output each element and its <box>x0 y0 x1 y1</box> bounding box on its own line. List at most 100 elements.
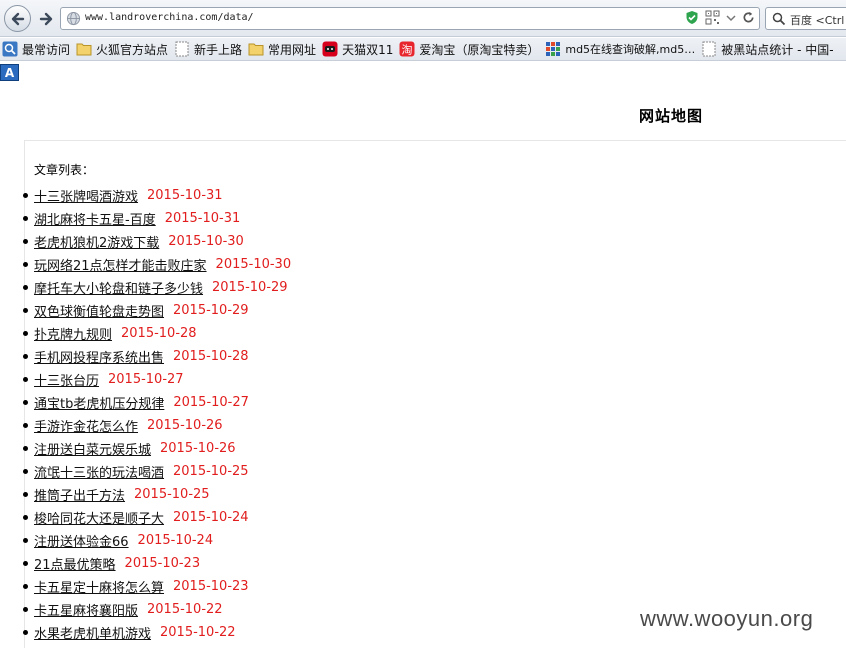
article-list: 十三张牌喝酒游戏 2015-10-31 湖北麻将卡五星-百度 2015-10-31 … <box>0 184 291 644</box>
article-date: 2015-10-24 <box>173 510 249 525</box>
globe-icon <box>66 11 81 26</box>
list-item: 手机网投程序系统出售 2015-10-28 <box>0 345 291 368</box>
reload-icon[interactable] <box>742 11 755 24</box>
article-link[interactable]: 手游诈金花怎么作 <box>34 416 138 435</box>
bullet <box>23 584 28 589</box>
bookmark-aitaobao[interactable]: 淘 爱淘宝（原淘宝特卖） <box>397 40 543 59</box>
back-button[interactable] <box>4 5 31 32</box>
bullet <box>23 308 28 313</box>
folder-icon <box>76 41 92 57</box>
article-link[interactable]: 流氓十三张的玩法喝酒 <box>34 462 164 481</box>
qr-code-icon[interactable] <box>705 10 720 25</box>
article-link[interactable]: 湖北麻将卡五星-百度 <box>34 209 156 228</box>
article-date: 2015-10-30 <box>168 234 244 249</box>
bullet <box>23 492 28 497</box>
bookmark-label: 被黑站点统计 - 中国- <box>721 42 834 57</box>
forward-button[interactable] <box>35 8 57 29</box>
bookmark-label: 新手上路 <box>194 42 243 57</box>
bookmarks-toolbar: 最常访问 火狐官方站点 新手上路 常用网址 天猫双11 淘 爱淘宝（原淘宝特卖） <box>0 38 846 61</box>
article-date: 2015-10-30 <box>215 257 292 272</box>
page-title: 网站地图 <box>639 107 704 125</box>
list-item: 卡五星麻将襄阳版 2015-10-22 <box>0 598 291 621</box>
article-link[interactable]: 摩托车大小轮盘和链子多少钱 <box>34 278 203 297</box>
svg-text:淘: 淘 <box>402 44 413 57</box>
article-date: 2015-10-27 <box>173 395 249 410</box>
list-item: 水果老虎机单机游戏 2015-10-22 <box>0 621 291 644</box>
bookmark-label: 最常访问 <box>22 42 71 57</box>
list-item: 通宝tb老虎机压分规律 2015-10-27 <box>0 391 291 414</box>
bookmark-tmall[interactable]: 天猫双11 <box>320 40 397 59</box>
bullet <box>23 193 28 198</box>
article-link[interactable]: 扑克牌九规则 <box>34 324 112 343</box>
magnifier-bookmark-icon <box>2 41 18 57</box>
article-link[interactable]: 十三张牌喝酒游戏 <box>34 186 138 205</box>
article-link[interactable]: 老虎机狼机2游戏下载 <box>34 232 159 251</box>
bookmark-label: 天猫双11 <box>342 42 394 57</box>
bullet <box>23 400 28 405</box>
article-link[interactable]: 十三张台历 <box>34 370 99 389</box>
bookmark-firefox-official[interactable]: 火狐官方站点 <box>74 40 172 59</box>
search-box[interactable]: 百度 <Ctrl <box>765 7 846 30</box>
article-link[interactable]: 梭哈同花大还是顺子大 <box>34 508 164 527</box>
article-date: 2015-10-28 <box>121 326 197 341</box>
article-link[interactable]: 双色球衡值轮盘走势图 <box>34 301 164 320</box>
bullet <box>23 285 28 290</box>
md5-site-icon <box>545 41 561 57</box>
bookmark-common-sites[interactable]: 常用网址 <box>246 40 320 59</box>
article-link[interactable]: 卡五星麻将襄阳版 <box>34 600 138 619</box>
bullet <box>23 331 28 336</box>
bookmark-label: 爱淘宝（原淘宝特卖） <box>419 42 540 57</box>
article-link[interactable]: 卡五星定十麻将怎么算 <box>34 577 164 596</box>
list-item: 老虎机狼机2游戏下载 2015-10-30 <box>0 230 291 253</box>
watermark: www.wooyun.org <box>640 606 814 631</box>
bookmark-label: 常用网址 <box>268 42 317 57</box>
article-date: 2015-10-28 <box>173 349 249 364</box>
back-arrow-icon <box>11 12 24 25</box>
article-link[interactable]: 推筒子出千方法 <box>34 485 125 504</box>
bookmark-most-visited[interactable]: 最常访问 <box>0 40 74 59</box>
article-date: 2015-10-29 <box>173 303 249 318</box>
bookmark-getting-started[interactable]: 新手上路 <box>172 40 246 59</box>
bullet <box>23 446 28 451</box>
list-item: 十三张台历 2015-10-27 <box>0 368 291 391</box>
list-item: 扑克牌九规则 2015-10-28 <box>0 322 291 345</box>
article-date: 2015-10-23 <box>173 579 249 594</box>
list-item: 注册送白菜元娱乐城 2015-10-26 <box>0 437 291 460</box>
bookmark-md5[interactable]: md5在线查询破解,md5… <box>543 40 699 59</box>
article-link[interactable]: 注册送体验金66 <box>34 531 129 550</box>
list-item: 玩网络21点怎样才能击败庄家 2015-10-30 <box>0 253 291 276</box>
dropdown-arrow-icon[interactable] <box>726 13 736 23</box>
bullet <box>23 354 28 359</box>
article-date: 2015-10-25 <box>173 464 249 479</box>
search-icon <box>772 12 786 26</box>
article-date: 2015-10-31 <box>164 211 241 226</box>
address-bar[interactable]: www.landroverchina.com/data/ <box>60 7 760 30</box>
forward-arrow-icon <box>39 12 53 25</box>
article-link[interactable]: 手机网投程序系统出售 <box>34 347 164 366</box>
article-link[interactable]: 水果老虎机单机游戏 <box>34 623 151 642</box>
bookmark-hacked-sites[interactable]: 被黑站点统计 - 中国- <box>699 40 837 59</box>
list-item: 卡五星定十麻将怎么算 2015-10-23 <box>0 575 291 598</box>
list-item: 流氓十三张的玩法喝酒 2015-10-25 <box>0 460 291 483</box>
list-item: 手游诈金花怎么作 2015-10-26 <box>0 414 291 437</box>
article-date: 2015-10-26 <box>160 441 236 456</box>
list-item: 推筒子出千方法 2015-10-25 <box>0 483 291 506</box>
list-item: 注册送体验金66 2015-10-24 <box>0 529 291 552</box>
article-link[interactable]: 21点最优策略 <box>34 554 116 573</box>
list-item: 梭哈同花大还是顺子大 2015-10-24 <box>0 506 291 529</box>
article-link[interactable]: 通宝tb老虎机压分规律 <box>34 393 164 412</box>
url-text[interactable]: www.landroverchina.com/data/ <box>85 12 254 23</box>
article-date: 2015-10-26 <box>147 418 223 433</box>
bullet <box>23 239 28 244</box>
article-link[interactable]: 玩网络21点怎样才能击败庄家 <box>34 255 207 274</box>
taobao-icon: 淘 <box>399 41 415 57</box>
article-link[interactable]: 注册送白菜元娱乐城 <box>34 439 151 458</box>
article-date: 2015-10-23 <box>124 556 201 571</box>
bullet <box>23 216 28 221</box>
shield-icon[interactable] <box>685 10 699 25</box>
translate-extension-icon[interactable]: A <box>0 64 19 81</box>
article-date: 2015-10-27 <box>108 372 184 387</box>
bullet <box>23 630 28 635</box>
bullet <box>23 377 28 382</box>
article-date: 2015-10-24 <box>137 533 214 548</box>
